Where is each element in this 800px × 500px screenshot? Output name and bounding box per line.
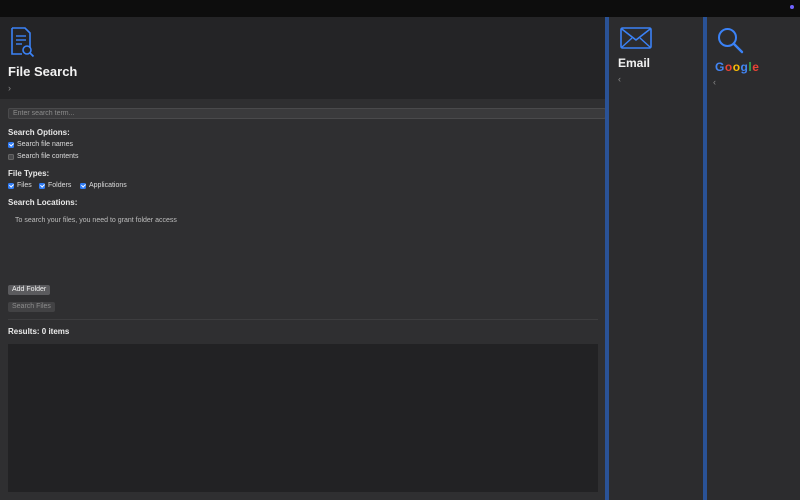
- option-label: Search file contents: [17, 153, 79, 160]
- panel-accent-bar: [703, 17, 707, 500]
- type-label: Files: [17, 182, 32, 189]
- email-panel[interactable]: Email ‹: [605, 17, 703, 500]
- status-dot: [790, 5, 794, 9]
- envelope-icon: [620, 27, 652, 49]
- type-label: Applications: [89, 182, 127, 189]
- checkbox-folders[interactable]: [39, 182, 45, 189]
- results-list[interactable]: [8, 344, 598, 492]
- search-files-button[interactable]: Search Files: [8, 302, 55, 312]
- type-files[interactable]: Files: [8, 182, 32, 189]
- chevron-left-icon[interactable]: ‹: [618, 74, 621, 84]
- checkbox-files[interactable]: [8, 182, 14, 189]
- file-search-panel: File Search › Search Options: Search fil…: [0, 17, 606, 500]
- add-folder-button[interactable]: Add Folder: [8, 285, 51, 295]
- results-label: Results: 0 items: [8, 327, 70, 336]
- magnifier-icon: [718, 28, 744, 54]
- file-types-label: File Types:: [8, 169, 50, 178]
- document-search-icon: [11, 27, 35, 58]
- locations-message: To search your files, you need to grant …: [15, 217, 177, 224]
- checkbox-file-names[interactable]: [8, 141, 14, 148]
- chevron-right-icon[interactable]: ›: [8, 83, 11, 93]
- logo-letter: G: [715, 60, 725, 74]
- checkbox-applications[interactable]: [80, 182, 86, 189]
- logo-letter: o: [724, 60, 733, 74]
- top-bar: [0, 0, 800, 17]
- checkbox-file-contents[interactable]: [8, 153, 14, 160]
- divider: [8, 319, 598, 320]
- type-label: Folders: [48, 182, 72, 189]
- option-search-file-contents[interactable]: Search file contents: [8, 153, 78, 160]
- panel-accent-bar: [605, 17, 609, 500]
- search-options-label: Search Options:: [8, 128, 70, 137]
- google-logo-text: Google: [715, 60, 759, 74]
- search-locations-label: Search Locations:: [8, 198, 78, 207]
- page-title: File Search: [8, 64, 78, 79]
- logo-letter: e: [752, 60, 760, 74]
- logo-letter: o: [732, 60, 741, 74]
- option-label: Search file names: [17, 141, 74, 148]
- panel-header: File Search ›: [0, 17, 605, 99]
- chevron-left-icon[interactable]: ‹: [713, 77, 716, 87]
- type-folders[interactable]: Folders: [39, 182, 71, 189]
- google-panel[interactable]: Google ‹: [703, 17, 800, 500]
- email-title: Email: [618, 56, 651, 70]
- option-search-file-names[interactable]: Search file names: [8, 141, 73, 148]
- search-input[interactable]: [8, 108, 606, 119]
- type-applications[interactable]: Applications: [80, 182, 127, 189]
